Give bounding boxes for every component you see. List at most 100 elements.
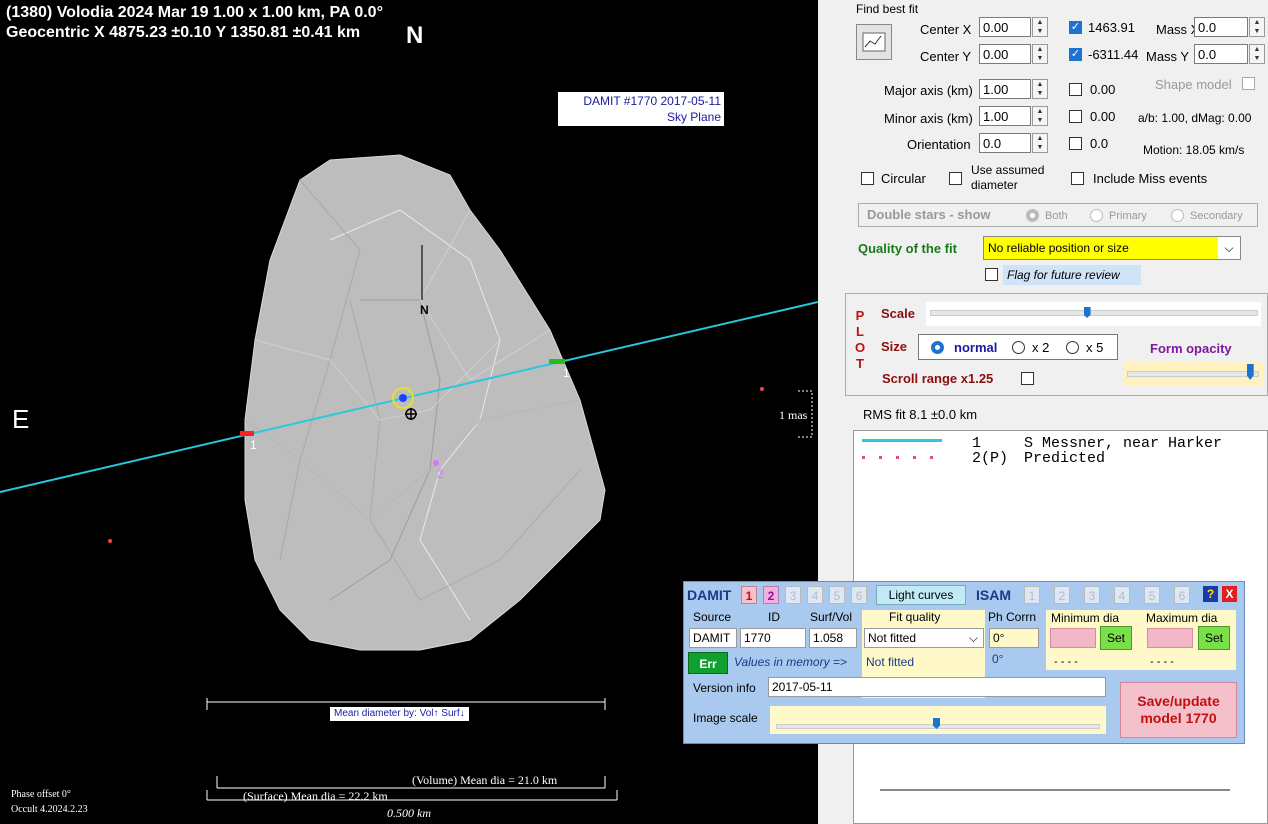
major-axis-input[interactable]: 1.00 [979,79,1031,99]
orientation-check-value: 0.0 [1090,136,1109,151]
save-line2: model 1770 [1140,710,1217,726]
max-dia-field[interactable] [1147,628,1193,648]
ab-dmag-label: a/b: 1.00, dMag: 0.00 [1138,111,1252,125]
scale-label: Scale [881,306,915,321]
double-stars-label: Double stars - show [867,207,991,222]
mem-max-dia: - - - - [1150,656,1174,668]
version-info-field[interactable]: 2017-05-11 [768,677,1106,697]
err-button[interactable]: Err [688,652,728,674]
center-y-label: Center Y [920,49,972,64]
quality-value: No reliable position or size [988,241,1129,255]
values-in-memory-label: Values in memory => [734,655,847,669]
surfvol-field[interactable]: 1.058 [809,628,857,648]
close-icon[interactable]: X [1222,586,1237,602]
double-primary-radio[interactable] [1090,209,1103,222]
circular-checkbox[interactable] [861,172,874,185]
include-miss-checkbox[interactable] [1071,172,1084,185]
orientation-spinner[interactable]: ▲ ▼ [1032,133,1048,153]
damit-model-button-5[interactable]: 5 [829,586,845,604]
assumed-diameter-checkbox[interactable] [949,172,962,185]
min-dia-label: Minimum dia [1051,611,1120,625]
center-x-spinner[interactable]: ▲ ▼ [1032,17,1048,37]
double-primary-label: Primary [1109,210,1147,222]
damit-model-button-1[interactable]: 1 [741,586,757,604]
center-x-checkbox[interactable]: ✓ [1069,21,1082,34]
opacity-slider[interactable] [1123,362,1263,386]
ph-corrn-field[interactable]: 0° [989,628,1039,648]
pole-north-label: N [420,303,429,317]
isam-button-6[interactable]: 6 [1174,586,1190,604]
min-dia-field[interactable] [1050,628,1096,648]
mass-x-input[interactable]: 0.0 [1194,17,1248,37]
center-y-input[interactable]: 0.00 [979,44,1031,64]
damit-dialog: DAMIT 1 2 3 4 5 6 Light curves ISAM 1 2 … [683,581,1245,744]
center-x-input[interactable]: 0.00 [979,17,1031,37]
double-secondary-radio[interactable] [1171,209,1184,222]
isam-button-1[interactable]: 1 [1024,586,1040,604]
scroll-range-checkbox[interactable] [1021,372,1034,385]
minor-axis-checkbox[interactable] [1069,110,1082,123]
legend-name-2: Predicted [1024,450,1106,467]
isam-button-2[interactable]: 2 [1054,586,1070,604]
circular-label: Circular [881,171,926,186]
max-dia-set-button[interactable]: Set [1198,626,1230,650]
size-x2-label: x 2 [1032,340,1050,355]
scrollbar-hint[interactable] [880,789,1230,791]
center-x-check-value: 1463.91 [1088,20,1135,35]
flag-review-checkbox[interactable] [985,268,998,281]
min-dia-set-button[interactable]: Set [1100,626,1132,650]
mass-x-spinner[interactable]: ▲ ▼ [1249,17,1265,37]
version-info-label: Version info [693,681,756,695]
legend-dotted-line [862,456,944,459]
image-scale-slider[interactable] [770,706,1106,734]
minor-axis-input[interactable]: 1.00 [979,106,1031,126]
size-label: Size [881,339,908,354]
isam-title: ISAM [976,587,1011,603]
opacity-slider-thumb[interactable] [1246,364,1254,380]
major-axis-spinner[interactable]: ▲ ▼ [1032,79,1048,99]
mass-y-input[interactable]: 0.0 [1194,44,1248,64]
fit-quality-select[interactable]: Not fitted ⌵ [864,628,984,648]
isam-button-3[interactable]: 3 [1084,586,1100,604]
id-field[interactable]: 1770 [740,628,806,648]
source-label: Source [693,610,732,624]
isam-button-4[interactable]: 4 [1114,586,1130,604]
damit-model-button-4[interactable]: 4 [807,586,823,604]
damit-model-button-3[interactable]: 3 [785,586,801,604]
image-scale-label: Image scale [693,711,758,725]
orientation-checkbox[interactable] [1069,137,1082,150]
quality-select[interactable]: No reliable position or size [983,236,1241,260]
chevron-down-icon[interactable]: ⌵ [1218,237,1240,259]
major-axis-checkbox[interactable] [1069,83,1082,96]
source-field[interactable]: DAMIT [689,628,737,648]
minor-axis-spinner[interactable]: ▲ ▼ [1032,106,1048,126]
version-label: Occult 4.2024.2.23 [11,804,88,815]
scale-bar-label: 0.500 km [387,806,431,820]
form-opacity-label: Form opacity [1150,341,1232,356]
scale-slider[interactable] [926,302,1261,326]
scale-slider-thumb[interactable] [1083,307,1091,318]
size-x2-radio[interactable] [1012,341,1025,354]
surface-mean-label: (Surface) Mean dia = 22.2 km [243,789,388,803]
center-y-checkbox[interactable]: ✓ [1069,48,1082,61]
help-icon[interactable]: ? [1203,586,1218,602]
find-best-fit-button[interactable] [856,24,892,60]
double-both-radio[interactable] [1026,209,1039,222]
damit-model-button-6[interactable]: 6 [851,586,867,604]
mass-y-spinner[interactable]: ▲ ▼ [1249,44,1265,64]
motion-label: Motion: 18.05 km/s [1143,143,1245,157]
orientation-input[interactable]: 0.0 [979,133,1031,153]
mass-x-label: Mass X [1156,22,1200,37]
isam-button-5[interactable]: 5 [1144,586,1160,604]
max-dia-label: Maximum dia [1146,611,1218,625]
size-normal-radio[interactable] [931,341,944,354]
center-y-spinner[interactable]: ▲ ▼ [1032,44,1048,64]
damit-model-button-2[interactable]: 2 [763,586,779,604]
light-curves-button[interactable]: Light curves [876,585,966,605]
id-label: ID [768,610,780,624]
minor-axis-check-value: 0.00 [1090,109,1116,124]
size-x5-radio[interactable] [1066,341,1079,354]
save-update-button[interactable]: Save/update model 1770 [1120,682,1237,738]
shape-model-checkbox[interactable] [1242,77,1255,90]
major-axis-check-value: 0.00 [1090,82,1116,97]
